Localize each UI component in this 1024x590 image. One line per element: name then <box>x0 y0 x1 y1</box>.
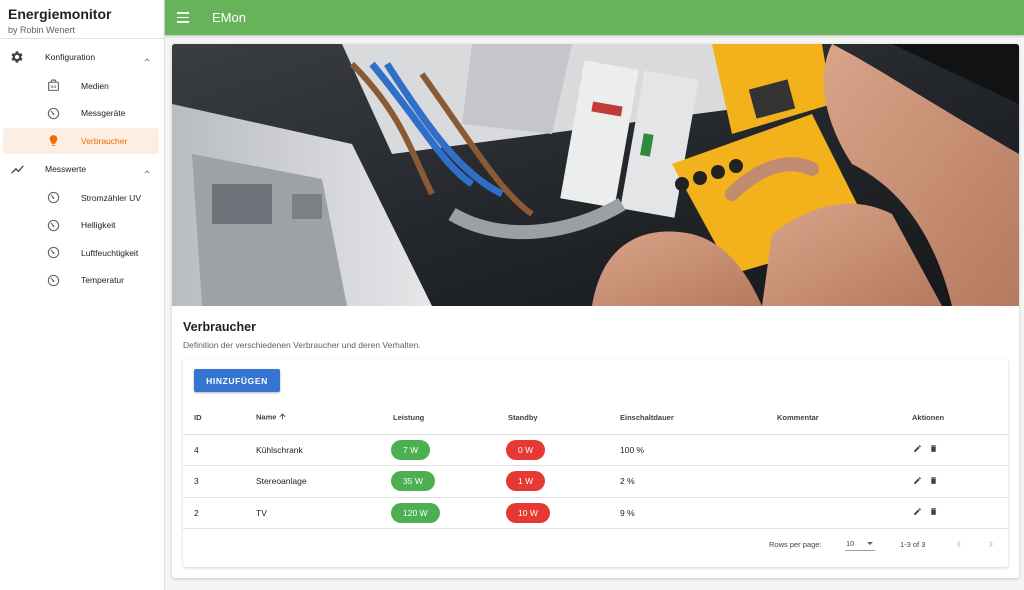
delete-icon[interactable] <box>929 476 938 485</box>
lightbulb-icon <box>46 134 60 148</box>
add-consumer-button[interactable]: HINZUFÜGEN <box>194 369 280 392</box>
sidebar-item-stromzaehler-uv[interactable]: Stromzähler UV <box>3 185 159 211</box>
chevron-up-icon[interactable] <box>142 164 152 182</box>
page-title: Verbraucher <box>183 320 256 334</box>
sidebar: Energiemonitor by Robin Wenert Konfigura… <box>0 0 165 590</box>
cell-einschaltdauer: 2 % <box>620 465 777 498</box>
cell-kommentar <box>777 497 912 529</box>
delete-icon[interactable] <box>929 507 938 516</box>
trend-icon <box>9 161 25 177</box>
consumers-card: Verbraucher Definition der verschiedenen… <box>172 44 1019 578</box>
edit-icon[interactable] <box>913 507 922 516</box>
chevron-left-icon <box>957 541 961 547</box>
cell-kommentar <box>777 434 912 466</box>
delete-icon[interactable] <box>929 444 938 453</box>
nav-group-messwerte[interactable]: Messwerte <box>0 155 164 183</box>
sidebar-item-label: Stromzähler UV <box>81 192 141 203</box>
cell-id: 2 <box>183 497 256 529</box>
cell-kommentar <box>777 465 912 498</box>
page-subtitle: Definition der verschiedenen Verbraucher… <box>183 340 421 350</box>
gear-icon <box>9 49 25 65</box>
power-chip: 120 W <box>391 502 440 523</box>
app-author: by Robin Wenert <box>8 25 75 35</box>
cell-id: 4 <box>183 434 256 466</box>
standby-chip: 10 W <box>506 502 550 523</box>
menu-icon[interactable] <box>177 11 193 25</box>
nav-group-konfiguration[interactable]: Konfiguration <box>0 43 164 71</box>
sidebar-item-label: Helligkeit <box>81 220 116 230</box>
power-chip: 35 W <box>391 471 435 492</box>
standby-chip: 0 W <box>506 439 546 460</box>
meter-icon: KG <box>46 79 60 93</box>
sidebar-item-label: Verbraucher <box>81 135 128 146</box>
column-header-leistung[interactable]: Leistung <box>393 402 508 435</box>
dropdown-arrow-icon <box>867 542 873 545</box>
next-page-button[interactable] <box>985 538 997 550</box>
power-chip: 7 W <box>391 439 431 460</box>
previous-page-button[interactable] <box>953 538 965 550</box>
cell-name: Stereoanlage <box>256 465 393 498</box>
nav-group-label: Messwerte <box>45 164 87 174</box>
cell-name: TV <box>256 497 393 529</box>
brand: Energiemonitor by Robin Wenert <box>0 0 164 39</box>
pagination-range: 1-3 of 3 <box>900 540 926 549</box>
sidebar-item-label: Medien <box>81 80 109 91</box>
sidebar-item-label: Temperatur <box>81 275 124 285</box>
gauge-icon <box>46 106 60 120</box>
cell-id: 3 <box>183 465 256 498</box>
app-bar-title: EMon <box>212 10 246 25</box>
consumers-table: ID Name Leistung Standby Einschaltdauer … <box>183 402 1008 529</box>
gauge-icon <box>46 218 60 232</box>
table-row: 4 Kühlschrank 7 W 0 W 100 % <box>183 434 1008 466</box>
cell-name: Kühlschrank <box>256 434 393 466</box>
edit-icon[interactable] <box>913 476 922 485</box>
sidebar-item-verbraucher[interactable]: Verbraucher <box>3 127 159 154</box>
column-header-name[interactable]: Name <box>256 402 393 435</box>
column-header-aktionen: Aktionen <box>912 402 1008 435</box>
consumers-table-card: HINZUFÜGEN ID Name Leistung Standby Eins… <box>183 359 1008 567</box>
rows-per-page-value: 10 <box>846 539 855 548</box>
app-bar: EMon <box>165 0 1024 35</box>
sidebar-item-luftfeuchtigkeit[interactable]: Luftfeuchtigkeit <box>3 240 159 266</box>
column-header-kommentar[interactable]: Kommentar <box>777 402 912 435</box>
column-header-name-label: Name <box>256 412 277 422</box>
arrow-up-icon <box>278 412 287 423</box>
cell-einschaltdauer: 9 % <box>620 497 777 529</box>
column-header-einschaltdauer[interactable]: Einschaltdauer <box>620 402 777 435</box>
edit-icon[interactable] <box>913 444 922 453</box>
hero-image <box>172 44 1019 306</box>
sidebar-item-helligkeit[interactable]: Helligkeit <box>3 212 159 238</box>
chevron-right-icon <box>989 541 993 547</box>
table-pagination: Rows per page: 10 1-3 of 3 <box>183 530 1008 560</box>
sidebar-item-label: Luftfeuchtigkeit <box>81 247 139 258</box>
sidebar-item-temperatur[interactable]: Temperatur <box>3 267 159 293</box>
table-row: 2 TV 120 W 10 W 9 % <box>183 497 1008 529</box>
app-name: Energiemonitor <box>8 6 112 22</box>
svg-text:KG: KG <box>50 85 56 89</box>
table-row: 3 Stereoanlage 35 W 1 W 2 % <box>183 465 1008 498</box>
rows-per-page-select[interactable]: 10 <box>845 535 875 551</box>
sidebar-item-medien[interactable]: KG Medien <box>3 73 159 99</box>
gauge-icon <box>46 191 60 205</box>
column-header-standby[interactable]: Standby <box>508 402 620 435</box>
column-header-id[interactable]: ID <box>183 402 256 435</box>
sidebar-item-messgeraete[interactable]: Messgeräte <box>3 100 159 126</box>
sidebar-item-label: Messgeräte <box>81 108 126 118</box>
gauge-icon <box>46 246 60 260</box>
chevron-up-icon[interactable] <box>142 52 152 70</box>
gauge-icon <box>46 273 60 287</box>
nav-group-label: Konfiguration <box>45 52 96 62</box>
standby-chip: 1 W <box>506 471 546 492</box>
table-header-row: ID Name Leistung Standby Einschaltdauer … <box>183 402 1008 435</box>
cell-einschaltdauer: 100 % <box>620 434 777 466</box>
rows-per-page-label: Rows per page: <box>769 540 822 549</box>
